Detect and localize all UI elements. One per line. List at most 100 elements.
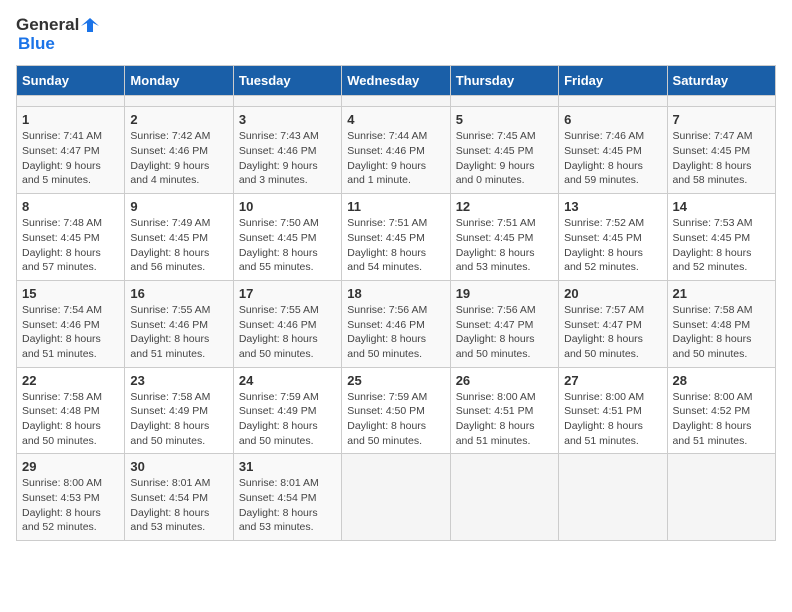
calendar-cell [342,454,450,541]
calendar-cell: 13 Sunrise: 7:52 AM Sunset: 4:45 PM Dayli… [559,194,667,281]
day-info: Sunrise: 8:01 AM Sunset: 4:54 PM Dayligh… [130,476,227,535]
day-info: Sunrise: 7:48 AM Sunset: 4:45 PM Dayligh… [22,216,119,275]
calendar-week-row: 1Sunrise: 7:41 AM Sunset: 4:47 PM Daylig… [17,107,776,194]
day-info: Sunrise: 7:46 AM Sunset: 4:45 PM Dayligh… [564,129,661,188]
calendar-cell: 31Sunrise: 8:01 AM Sunset: 4:54 PM Dayli… [233,454,341,541]
calendar-cell: 6Sunrise: 7:46 AM Sunset: 4:45 PM Daylig… [559,107,667,194]
day-info: Sunrise: 7:47 AM Sunset: 4:45 PM Dayligh… [673,129,770,188]
calendar-week-row: 15Sunrise: 7:54 AM Sunset: 4:46 PM Dayli… [17,280,776,367]
day-number: 5 [456,112,553,127]
day-number: 16 [130,286,227,301]
day-number: 18 [347,286,444,301]
day-number: 14 [673,199,770,214]
calendar-cell: 3 Sunrise: 7:43 AM Sunset: 4:46 PM Daylig… [233,107,341,194]
day-info: Sunrise: 7:55 AM Sunset: 4:46 PM Dayligh… [130,303,227,362]
col-header-sunday: Sunday [17,66,125,96]
col-header-monday: Monday [125,66,233,96]
day-number: 26 [456,373,553,388]
day-number: 21 [673,286,770,301]
day-info: Sunrise: 7:51 AM Sunset: 4:45 PM Dayligh… [347,216,444,275]
calendar-cell: 9Sunrise: 7:49 AM Sunset: 4:45 PM Daylig… [125,194,233,281]
day-number: 31 [239,459,336,474]
calendar-cell: 28Sunrise: 8:00 AM Sunset: 4:52 PM Dayli… [667,367,775,454]
logo: General Blue [16,16,99,53]
calendar-cell: 15Sunrise: 7:54 AM Sunset: 4:46 PM Dayli… [17,280,125,367]
day-number: 7 [673,112,770,127]
day-info: Sunrise: 7:58 AM Sunset: 4:48 PM Dayligh… [22,390,119,449]
day-number: 20 [564,286,661,301]
calendar-cell: 4 Sunrise: 7:44 AM Sunset: 4:46 PM Daylig… [342,107,450,194]
calendar-week-row: 29 Sunrise: 8:00 AM Sunset: 4:53 PM Dayli… [17,454,776,541]
day-info: Sunrise: 8:00 AM Sunset: 4:51 PM Dayligh… [564,390,661,449]
day-number: 9 [130,199,227,214]
day-number: 2 [130,112,227,127]
day-info: Sunrise: 7:55 AM Sunset: 4:46 PM Dayligh… [239,303,336,362]
calendar-cell: 16 Sunrise: 7:55 AM Sunset: 4:46 PM Dayli… [125,280,233,367]
day-number: 27 [564,373,661,388]
col-header-thursday: Thursday [450,66,558,96]
day-info: Sunrise: 8:00 AM Sunset: 4:53 PM Dayligh… [22,476,119,535]
day-number: 17 [239,286,336,301]
day-info: Sunrise: 7:42 AM Sunset: 4:46 PM Dayligh… [130,129,227,188]
calendar-cell: 17 Sunrise: 7:55 AM Sunset: 4:46 PM Dayli… [233,280,341,367]
calendar-cell [559,96,667,107]
day-info: Sunrise: 8:00 AM Sunset: 4:52 PM Dayligh… [673,390,770,449]
calendar-cell: 14Sunrise: 7:53 AM Sunset: 4:45 PM Dayli… [667,194,775,281]
calendar-cell: 12 Sunrise: 7:51 AM Sunset: 4:45 PM Dayli… [450,194,558,281]
day-info: Sunrise: 7:59 AM Sunset: 4:50 PM Dayligh… [347,390,444,449]
day-info: Sunrise: 7:58 AM Sunset: 4:49 PM Dayligh… [130,390,227,449]
day-number: 12 [456,199,553,214]
calendar-cell [450,454,558,541]
day-number: 22 [22,373,119,388]
day-info: Sunrise: 7:41 AM Sunset: 4:47 PM Dayligh… [22,129,119,188]
calendar-cell: 18Sunrise: 7:56 AM Sunset: 4:46 PM Dayli… [342,280,450,367]
calendar-cell: 11 Sunrise: 7:51 AM Sunset: 4:45 PM Dayli… [342,194,450,281]
calendar-cell: 27 Sunrise: 8:00 AM Sunset: 4:51 PM Dayli… [559,367,667,454]
day-info: Sunrise: 7:58 AM Sunset: 4:48 PM Dayligh… [673,303,770,362]
day-info: Sunrise: 7:56 AM Sunset: 4:47 PM Dayligh… [456,303,553,362]
day-number: 23 [130,373,227,388]
day-info: Sunrise: 7:45 AM Sunset: 4:45 PM Dayligh… [456,129,553,188]
calendar-week-row: 8 Sunrise: 7:48 AM Sunset: 4:45 PM Daylig… [17,194,776,281]
col-header-saturday: Saturday [667,66,775,96]
day-info: Sunrise: 7:44 AM Sunset: 4:46 PM Dayligh… [347,129,444,188]
col-header-friday: Friday [559,66,667,96]
calendar-cell: 22 Sunrise: 7:58 AM Sunset: 4:48 PM Dayli… [17,367,125,454]
calendar-cell: 21 Sunrise: 7:58 AM Sunset: 4:48 PM Dayli… [667,280,775,367]
calendar-cell [342,96,450,107]
logo-bird-icon [81,16,99,34]
day-info: Sunrise: 7:43 AM Sunset: 4:46 PM Dayligh… [239,129,336,188]
day-number: 4 [347,112,444,127]
day-number: 24 [239,373,336,388]
day-number: 19 [456,286,553,301]
calendar-cell: 7 Sunrise: 7:47 AM Sunset: 4:45 PM Daylig… [667,107,775,194]
day-info: Sunrise: 8:00 AM Sunset: 4:51 PM Dayligh… [456,390,553,449]
day-info: Sunrise: 7:51 AM Sunset: 4:45 PM Dayligh… [456,216,553,275]
calendar-cell: 24 Sunrise: 7:59 AM Sunset: 4:49 PM Dayli… [233,367,341,454]
calendar-cell [233,96,341,107]
calendar-cell [17,96,125,107]
day-info: Sunrise: 7:54 AM Sunset: 4:46 PM Dayligh… [22,303,119,362]
calendar-header-row: SundayMondayTuesdayWednesdayThursdayFrid… [17,66,776,96]
day-number: 29 [22,459,119,474]
day-info: Sunrise: 7:59 AM Sunset: 4:49 PM Dayligh… [239,390,336,449]
calendar-cell [559,454,667,541]
day-number: 8 [22,199,119,214]
calendar-cell: 10Sunrise: 7:50 AM Sunset: 4:45 PM Dayli… [233,194,341,281]
day-number: 3 [239,112,336,127]
page-header: General Blue [16,16,776,53]
day-number: 13 [564,199,661,214]
calendar-cell [667,454,775,541]
calendar-cell: 2 Sunrise: 7:42 AM Sunset: 4:46 PM Daylig… [125,107,233,194]
logo-text: General Blue [16,16,99,53]
col-header-tuesday: Tuesday [233,66,341,96]
calendar-cell: 25Sunrise: 7:59 AM Sunset: 4:50 PM Dayli… [342,367,450,454]
calendar-cell: 5 Sunrise: 7:45 AM Sunset: 4:45 PM Daylig… [450,107,558,194]
calendar-cell: 20 Sunrise: 7:57 AM Sunset: 4:47 PM Dayli… [559,280,667,367]
day-info: Sunrise: 7:57 AM Sunset: 4:47 PM Dayligh… [564,303,661,362]
calendar-cell: 30Sunrise: 8:01 AM Sunset: 4:54 PM Dayli… [125,454,233,541]
day-info: Sunrise: 7:52 AM Sunset: 4:45 PM Dayligh… [564,216,661,275]
calendar-cell: 23 Sunrise: 7:58 AM Sunset: 4:49 PM Dayli… [125,367,233,454]
day-info: Sunrise: 7:50 AM Sunset: 4:45 PM Dayligh… [239,216,336,275]
day-number: 11 [347,199,444,214]
